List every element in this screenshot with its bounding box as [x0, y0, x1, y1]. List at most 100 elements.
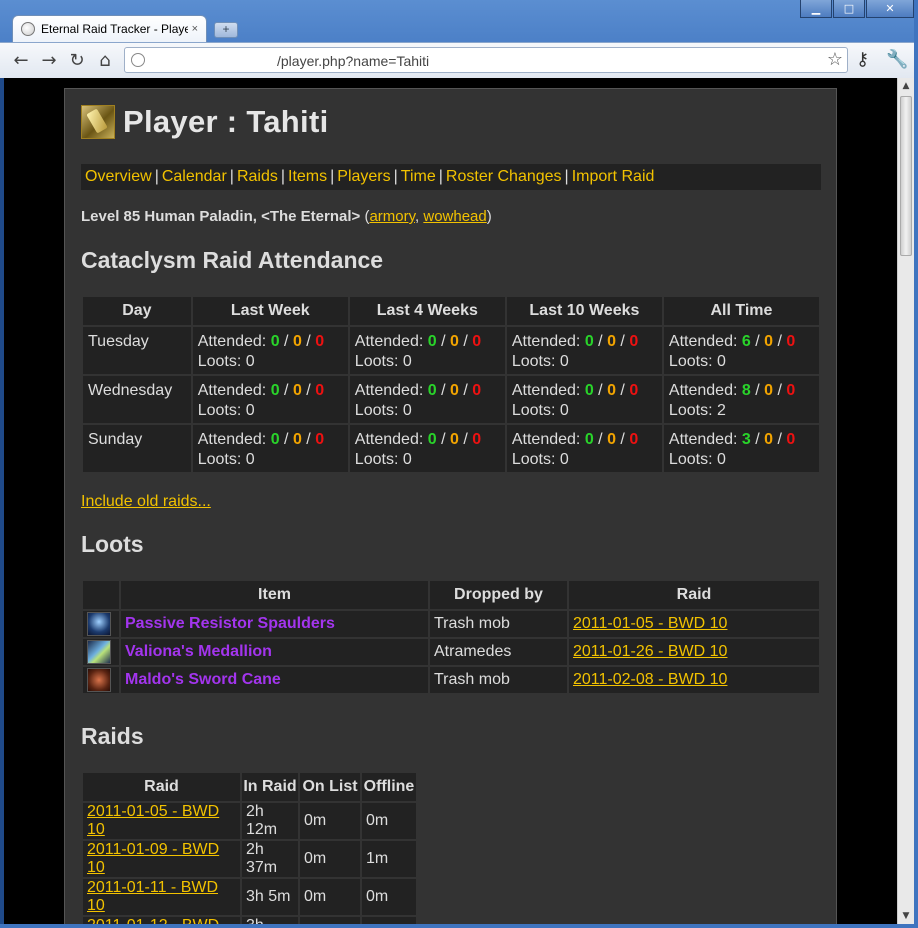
attendance-cell: Attended: 0 / 0 / 0 Loots: 0 — [192, 327, 348, 374]
window-controls: ▁ □ ✕ — [800, 0, 914, 18]
day-cell: Sunday — [83, 425, 191, 472]
partial-count: 0 — [450, 431, 459, 448]
loots-label: Loots: — [668, 451, 717, 468]
new-tab-button[interactable]: + — [214, 22, 238, 38]
page-viewport: Player : Tahiti Overview | Calendar | Raids |… — [4, 78, 897, 924]
attendance-heading: Cataclysm Raid Attendance — [81, 247, 384, 273]
partial-count: 0 — [292, 333, 302, 350]
wrench-icon[interactable]: 🔧 — [886, 49, 908, 70]
raid-link[interactable]: 2011-01-12 - BWD 10 — [87, 917, 219, 924]
wowhead-link[interactable]: wowhead — [423, 208, 486, 225]
nav-roster-changes[interactable]: Roster Changes — [446, 168, 562, 185]
nav-separator: | — [564, 168, 569, 185]
browser-chrome: ▁ □ ✕ Eternal Raid Tracker - Player : × … — [0, 0, 918, 78]
loots-count: 0 — [245, 353, 255, 370]
nav-overview[interactable]: Overview — [85, 168, 152, 185]
raid-link[interactable]: 2011-02-08 - BWD 10 — [573, 671, 727, 688]
raid-row: 2011-01-11 - BWD 10 3h 5m 0m 0m — [83, 879, 416, 915]
attendance-cell: Attended: 0 / 0 / 0 Loots: 0 — [192, 376, 348, 423]
raid-row: 2011-01-05 - BWD 10 2h 12m 0m 0m — [83, 803, 416, 839]
slash: / — [301, 382, 316, 399]
nav-import-raid[interactable]: Import Raid — [572, 168, 655, 185]
vertical-scrollbar[interactable]: ▲ ▼ — [897, 78, 914, 924]
back-arrow-icon[interactable]: ← — [10, 49, 32, 71]
missed-count: 0 — [315, 431, 325, 448]
in-raid-time: 3h 5m — [242, 879, 298, 915]
minimize-button[interactable]: ▁ — [800, 0, 832, 18]
attended-count: 0 — [427, 431, 437, 448]
loots-count: 0 — [402, 353, 412, 370]
attended-count: 0 — [270, 333, 280, 350]
col-last-4-weeks: Last 4 Weeks — [349, 297, 505, 325]
attendance-cell: Attended: 8 / 0 / 0 Loots: 2 — [663, 376, 819, 423]
nav-separator: | — [330, 168, 335, 185]
loots-count: 0 — [716, 353, 726, 370]
address-bar[interactable]: /player.php?name=Tahiti ☆ — [124, 47, 848, 73]
attended-count: 0 — [584, 333, 594, 350]
attendance-cell: Attended: 0 / 0 / 0 Loots: 0 — [192, 425, 348, 472]
slash: / — [593, 333, 608, 350]
loots-label: Loots: — [197, 353, 246, 370]
item-link[interactable]: Maldo's Sword Cane — [125, 671, 281, 688]
col-day: Day — [83, 297, 191, 325]
browser-tab[interactable]: Eternal Raid Tracker - Player : × — [12, 15, 207, 42]
raid-link[interactable]: 2011-01-05 - BWD 10 — [87, 803, 219, 838]
close-window-button[interactable]: ✕ — [866, 0, 914, 18]
loots-header-row: Item Dropped by Raid — [83, 581, 819, 609]
offline-time: 0m — [362, 803, 416, 839]
nav-raids[interactable]: Raids — [237, 168, 278, 185]
slash: / — [436, 431, 450, 448]
scroll-down-arrow-icon[interactable]: ▼ — [898, 908, 914, 924]
nav-players[interactable]: Players — [337, 168, 390, 185]
attended-label: Attended: — [354, 333, 428, 350]
attendance-cell: Attended: 0 / 0 / 0 Loots: 0 — [349, 425, 505, 472]
tab-close-icon[interactable]: × — [192, 23, 198, 35]
item-link[interactable]: Passive Resistor Spaulders — [125, 615, 335, 632]
nav-calendar[interactable]: Calendar — [162, 168, 227, 185]
scrollbar-thumb[interactable] — [900, 96, 912, 256]
page-header: Player : Tahiti — [81, 104, 329, 140]
nav-time[interactable]: Time — [401, 168, 436, 185]
col-offline: Offline — [362, 773, 416, 801]
forward-arrow-icon[interactable]: → — [38, 49, 60, 71]
slash: / — [773, 431, 787, 448]
raid-link[interactable]: 2011-01-11 - BWD 10 — [87, 879, 218, 914]
scroll-up-arrow-icon[interactable]: ▲ — [898, 78, 914, 94]
shoulder-armor-icon[interactable] — [87, 612, 111, 636]
page-menu-icon[interactable]: ⚷ — [856, 49, 869, 70]
missed-count: 0 — [786, 431, 796, 448]
raid-link[interactable]: 2011-01-26 - BWD 10 — [573, 643, 727, 660]
on-list-time: 0m — [300, 841, 360, 877]
col-on-list: On List — [300, 773, 360, 801]
partial-count: 0 — [764, 333, 774, 350]
missed-count: 0 — [786, 333, 796, 350]
maximize-button[interactable]: □ — [833, 0, 865, 18]
home-icon[interactable]: ⌂ — [94, 49, 116, 71]
attended-count: 0 — [427, 333, 437, 350]
slash: / — [773, 382, 787, 399]
url-text: /player.php?name=Tahiti — [277, 53, 430, 69]
item-link[interactable]: Valiona's Medallion — [125, 643, 272, 660]
in-raid-time: 2h 37m — [242, 841, 298, 877]
bookmark-star-icon[interactable]: ☆ — [827, 49, 843, 70]
attendance-cell: Attended: 0 / 0 / 0 Loots: 0 — [349, 327, 505, 374]
loots-heading: Loots — [81, 531, 144, 557]
armory-link[interactable]: armory — [369, 208, 415, 225]
dropped-by: Atramedes — [430, 639, 567, 665]
loots-count: 0 — [716, 451, 726, 468]
attended-label: Attended: — [511, 333, 585, 350]
raid-link[interactable]: 2011-01-09 - BWD 10 — [87, 841, 219, 876]
day-cell: Wednesday — [83, 376, 191, 423]
necklace-icon[interactable] — [87, 640, 111, 664]
reload-icon[interactable]: ↻ — [66, 49, 88, 71]
raid-link[interactable]: 2011-01-05 - BWD 10 — [573, 615, 727, 632]
slash: / — [750, 431, 765, 448]
attended-count: 0 — [270, 382, 280, 399]
sword-icon[interactable] — [87, 668, 111, 692]
loots-label: Loots: — [668, 402, 717, 419]
missed-count: 0 — [629, 382, 639, 399]
partial-count: 0 — [607, 382, 616, 399]
nav-items[interactable]: Items — [288, 168, 327, 185]
include-old-raids-link[interactable]: Include old raids... — [81, 493, 211, 511]
slash: / — [750, 333, 765, 350]
